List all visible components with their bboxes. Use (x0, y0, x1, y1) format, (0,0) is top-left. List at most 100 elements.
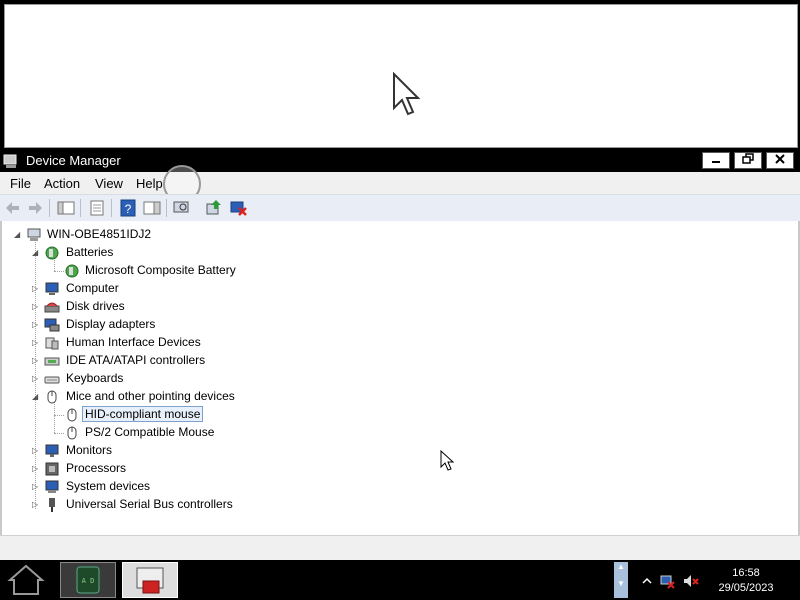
disk-drive-icon (44, 302, 60, 313)
tree-category-ide-controllers[interactable]: ▷ IDE ATA/ATAPI controllers (2, 352, 302, 370)
tree-category-label: Display adapters (66, 317, 156, 331)
collapse-arrow-icon[interactable]: ◢ (32, 249, 40, 257)
device-manager-icon (136, 567, 164, 594)
uninstall-icon[interactable] (228, 198, 248, 218)
forward-icon[interactable] (25, 198, 45, 218)
tree-category-disk-drives[interactable]: ▷ Disk drives (2, 298, 302, 316)
tree-category-monitors[interactable]: ▷ Monitors (2, 442, 302, 460)
expand-arrow-icon[interactable]: ▷ (32, 303, 40, 311)
restore-button[interactable] (734, 152, 762, 169)
mouse-icon (67, 408, 77, 422)
tree-category-processors[interactable]: ▷ Processors (2, 460, 302, 478)
toolbar-separator (80, 199, 81, 217)
processor-icon (45, 462, 59, 476)
tree-category-label: Computer (66, 281, 119, 295)
collapse-arrow-icon[interactable]: ◢ (32, 393, 40, 401)
expand-arrow-icon[interactable]: ▷ (32, 339, 40, 347)
expand-arrow-icon[interactable]: ▷ (32, 465, 40, 473)
tray-expand-icon[interactable] (638, 572, 656, 590)
clock-time: 16:58 (732, 567, 760, 579)
tree-device-hid-mouse[interactable]: HID-compliant mouse (2, 406, 302, 424)
device-tree: ◢ WIN-OBE4851IDJ2 ◢ Batteries Microsoft … (0, 221, 800, 535)
properties-icon[interactable] (87, 198, 107, 218)
toolbar-separator (111, 199, 112, 217)
volume-muted-icon[interactable] (682, 572, 700, 590)
top-empty-pane (0, 0, 800, 152)
tree-category-label: Human Interface Devices (66, 335, 201, 349)
expand-arrow-icon[interactable]: ▷ (32, 357, 40, 365)
taskbar: A D ▲ ▼ 16:58 29/05/2023 (0, 560, 800, 600)
mouse-icon (67, 426, 77, 440)
tree-category-keyboards[interactable]: ▷ Keyboards (2, 370, 302, 388)
tree-category-label: System devices (66, 479, 151, 493)
collapse-arrow-icon[interactable]: ◢ (14, 231, 22, 239)
tree-category-label: Mice and other pointing devices (66, 389, 235, 403)
mouse-cursor-icon (440, 450, 455, 471)
title-bar[interactable]: Device Manager (0, 150, 800, 172)
help-icon[interactable]: ? (118, 198, 138, 218)
tree-device-ps2-mouse[interactable]: PS/2 Compatible Mouse (2, 424, 302, 442)
svg-text:A D: A D (82, 577, 95, 585)
taskbar-device-manager[interactable] (122, 562, 178, 598)
network-disconnected-icon[interactable] (658, 572, 676, 590)
menu-view[interactable]: View (95, 176, 123, 191)
clock[interactable]: 16:58 29/05/2023 (706, 566, 786, 596)
tree-category-label: Processors (66, 461, 127, 475)
expand-arrow-icon[interactable]: ▷ (32, 501, 40, 509)
tree-device-label-selected: HID-compliant mouse (82, 406, 204, 422)
monitor-icon (45, 444, 59, 457)
system-devices-icon (45, 480, 59, 493)
tree-category-mice[interactable]: ◢ Mice and other pointing devices (2, 388, 302, 406)
toolbar-separator (166, 199, 167, 217)
action-pane-icon[interactable] (142, 198, 162, 218)
back-icon[interactable] (3, 198, 23, 218)
minimize-icon (712, 161, 720, 163)
expand-arrow-icon[interactable]: ▷ (32, 285, 40, 293)
tree-category-human-interface-devices[interactable]: ▷ Human Interface Devices (2, 334, 302, 352)
tree-category-batteries[interactable]: ◢ Batteries (2, 244, 302, 262)
tree-category-label: Universal Serial Bus controllers (66, 497, 233, 511)
expand-arrow-icon[interactable]: ▷ (32, 447, 40, 455)
window-title: Device Manager (26, 153, 121, 168)
tree-device-composite-battery[interactable]: Microsoft Composite Battery (2, 262, 302, 280)
toolbar: ? (0, 194, 800, 222)
clock-date: 29/05/2023 (718, 582, 774, 594)
device-manager-icon (3, 154, 17, 168)
tree-category-display-adapters[interactable]: ▷ Display adapters (2, 316, 302, 334)
tree-category-label: Keyboards (66, 371, 124, 385)
usb-icon (49, 498, 55, 512)
menu-action[interactable]: Action (44, 176, 80, 191)
tree-root-label: WIN-OBE4851IDJ2 (47, 227, 152, 241)
ide-controller-icon (44, 357, 60, 366)
display-adapter-icon (44, 318, 60, 332)
close-button[interactable] (766, 152, 794, 169)
tree-category-label: Disk drives (66, 299, 125, 313)
tree-category-label: IDE ATA/ATAPI controllers (66, 353, 206, 367)
close-icon (775, 154, 785, 164)
tree-category-computer[interactable]: ▷ Computer (2, 280, 302, 298)
tree-category-label: Monitors (66, 443, 113, 457)
expand-arrow-icon[interactable]: ▷ (32, 375, 40, 383)
expand-arrow-icon[interactable]: ▷ (32, 483, 40, 491)
hid-icon (45, 337, 59, 350)
tray-down-arrow-icon[interactable]: ▼ (614, 579, 628, 588)
expand-arrow-icon[interactable]: ▷ (32, 321, 40, 329)
tree-category-system-devices[interactable]: ▷ System devices (2, 478, 302, 496)
scan-hardware-icon[interactable] (172, 198, 192, 218)
start-home-icon[interactable] (6, 562, 46, 598)
tray-scroll[interactable]: ▲ ▼ (614, 562, 628, 598)
tree-device-label: PS/2 Compatible Mouse (85, 425, 215, 439)
device-manager-window: Device Manager File Action View Help ? ◢… (0, 150, 800, 561)
tree-root[interactable]: ◢ WIN-OBE4851IDJ2 (2, 226, 302, 244)
computer-root-icon (27, 228, 41, 241)
mouse-cursor-icon (393, 72, 421, 116)
update-driver-icon[interactable] (204, 198, 224, 218)
tray-up-arrow-icon[interactable]: ▲ (614, 562, 628, 571)
taskbar-app-1[interactable]: A D (60, 562, 116, 598)
mouse-icon (47, 390, 57, 404)
menu-file[interactable]: File (10, 176, 31, 191)
keyboard-icon (44, 376, 60, 384)
show-hide-console-tree-icon[interactable] (56, 198, 76, 218)
minimize-button[interactable] (702, 152, 730, 169)
tree-category-usb-controllers[interactable]: ▷ Universal Serial Bus controllers (2, 496, 302, 514)
